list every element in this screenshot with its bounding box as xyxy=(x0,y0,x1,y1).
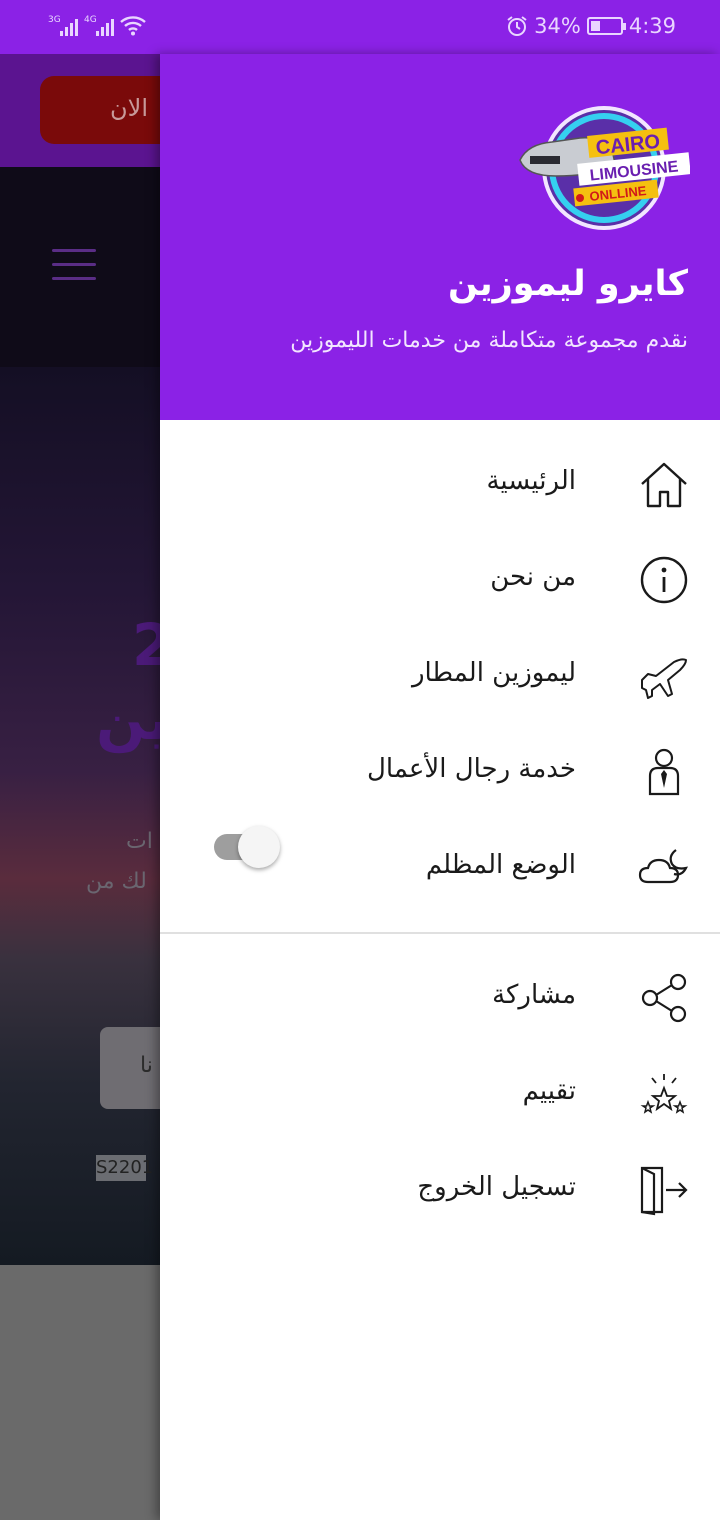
menu-item-label: ليموزين المطار xyxy=(411,658,576,688)
menu-item-label: تقييم xyxy=(522,1076,576,1106)
cairo-limousine-logo: CAIRO LIMOUSINE ONLLINE xyxy=(519,106,690,230)
clock: 4:39 xyxy=(628,14,676,38)
background-bottom xyxy=(0,1265,160,1520)
background-text-2: لك من xyxy=(86,869,147,894)
background-hero: 2 ين ات لك من نا S2201 xyxy=(0,367,160,1265)
menu-item-airport-limousine[interactable]: ليموزين المطار xyxy=(160,628,720,724)
signal-3g-label: 3G xyxy=(48,15,61,25)
battery-fill xyxy=(590,21,601,31)
background-cta-button: الان xyxy=(40,76,160,144)
hamburger-menu-icon xyxy=(52,249,96,291)
drawer-header: CAIRO LIMOUSINE ONLLINE كايرو ليموزين نق… xyxy=(160,54,720,420)
home-icon xyxy=(638,458,690,510)
menu-item-share[interactable]: مشاركة xyxy=(160,950,720,1046)
signal-4g-icon: 4G xyxy=(84,15,114,36)
background-text-1: ات xyxy=(126,829,153,854)
rate-stars-icon xyxy=(638,1068,690,1120)
background-sign: S2201 xyxy=(96,1155,153,1181)
background-cta-label: الان xyxy=(110,94,148,122)
background-header: الان xyxy=(0,54,160,167)
menu-item-label: الرئيسية xyxy=(486,466,576,496)
background-hero-text-2: ين xyxy=(96,685,160,753)
status-right: 34% 4:39 xyxy=(506,14,676,38)
businessman-icon xyxy=(638,746,690,798)
menu-item-rate[interactable]: تقييم xyxy=(160,1046,720,1142)
background-button-label: نا xyxy=(140,1053,153,1078)
menu-item-label: خدمة رجال الأعمال xyxy=(367,754,576,784)
wifi-icon xyxy=(120,16,146,36)
drawer-subtitle: نقدم مجموعة متكاملة من خدمات الليموزين xyxy=(290,328,688,353)
menu-item-label: مشاركة xyxy=(492,980,576,1010)
battery-percent: 34% xyxy=(534,14,581,38)
background-hero-text-1: 2 xyxy=(132,611,160,679)
menu-divider xyxy=(160,932,720,934)
info-icon xyxy=(638,554,690,606)
drawer-title: كايرو ليموزين xyxy=(448,264,688,304)
menu-item-label: من نحن xyxy=(490,562,576,592)
navigation-drawer: CAIRO LIMOUSINE ONLLINE كايرو ليموزين نق… xyxy=(160,54,720,1520)
logout-icon xyxy=(638,1164,690,1216)
airplane-icon xyxy=(638,650,690,702)
toggle-thumb xyxy=(238,826,280,868)
background-app: الان 2 ين ات لك من نا S2201 xyxy=(0,54,160,1520)
dark-mode-toggle[interactable] xyxy=(214,826,280,870)
signal-3g-icon: 3G xyxy=(48,15,78,36)
background-nav xyxy=(0,167,160,367)
menu-item-about[interactable]: من نحن xyxy=(160,532,720,628)
menu-item-label: تسجيل الخروج xyxy=(417,1172,576,1202)
menu-item-label: الوضع المظلم xyxy=(425,850,576,880)
signal-4g-label: 4G xyxy=(84,15,97,25)
menu-item-logout[interactable]: تسجيل الخروج xyxy=(160,1142,720,1238)
battery-icon xyxy=(586,17,626,35)
menu-item-home[interactable]: الرئيسية xyxy=(160,436,720,532)
status-bar: 3G 4G 34% 4:39 xyxy=(0,0,720,54)
share-icon xyxy=(638,972,690,1024)
alarm-icon xyxy=(507,16,527,36)
background-button: نا xyxy=(100,1027,160,1109)
night-cloud-icon xyxy=(638,842,690,894)
status-left: 3G 4G xyxy=(48,14,146,36)
menu-item-business-service[interactable]: خدمة رجال الأعمال xyxy=(160,724,720,820)
